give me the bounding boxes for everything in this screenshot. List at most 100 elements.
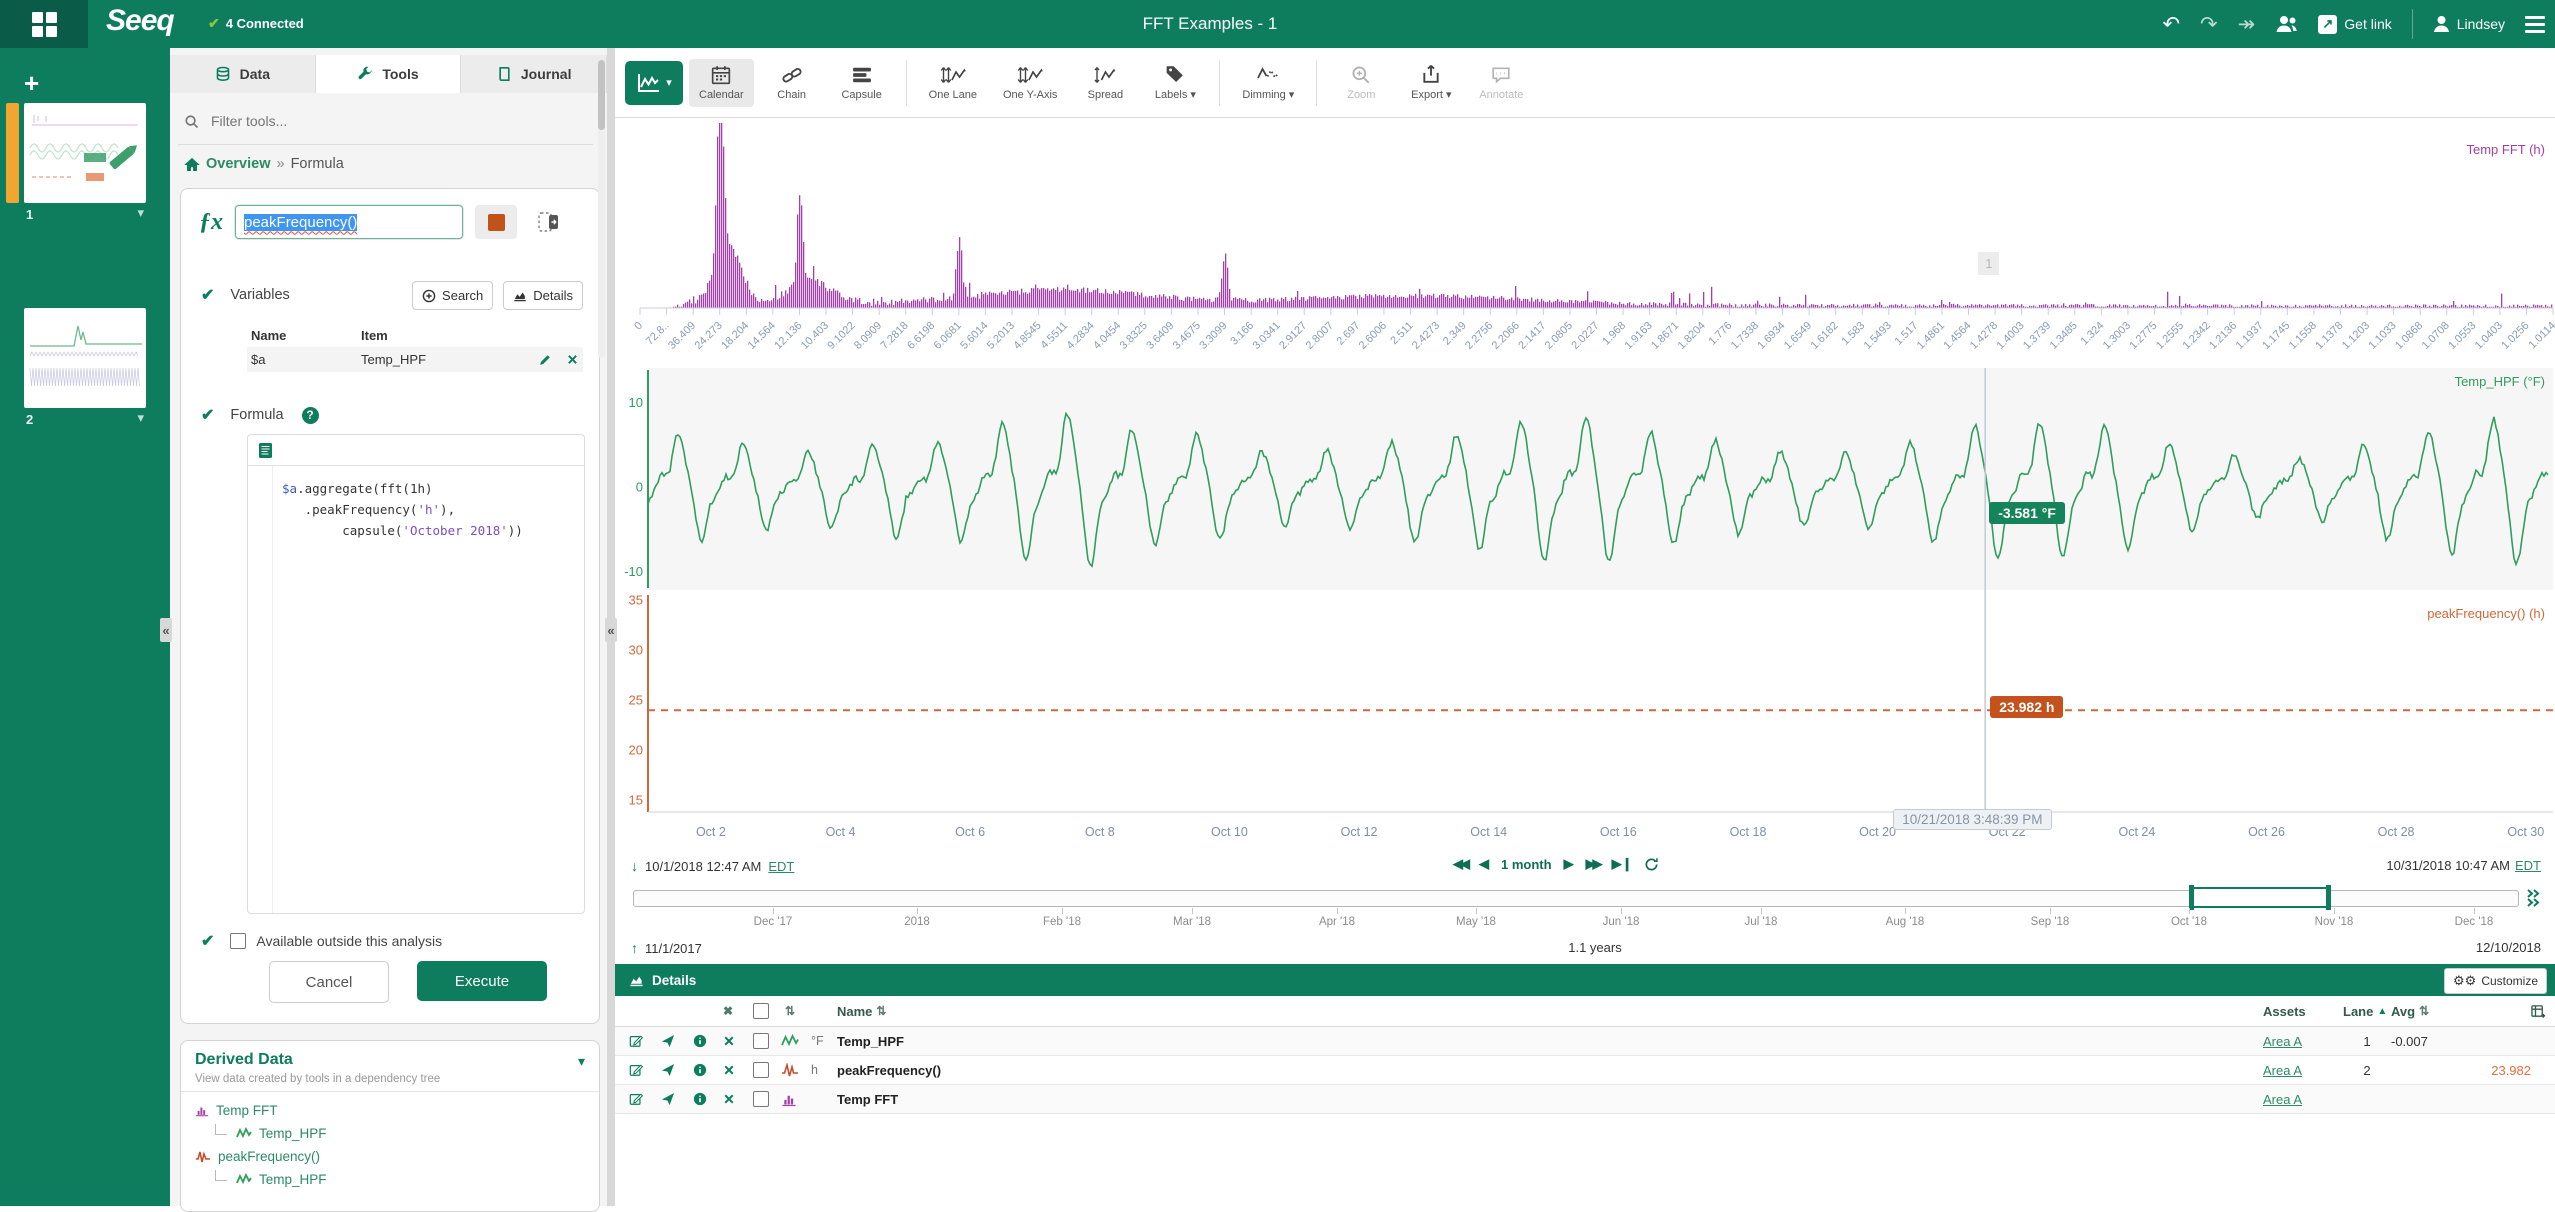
refresh-icon[interactable] xyxy=(1644,857,1659,872)
col-avg[interactable]: Avg⇅ xyxy=(2391,1004,2461,1019)
autoscale-icon[interactable] xyxy=(661,1063,693,1077)
range-duration-label[interactable]: 1 month xyxy=(1501,857,1552,872)
worksheet-1-thumbnail[interactable] xyxy=(24,103,146,203)
step-forward-icon[interactable]: ▶ xyxy=(1564,856,1574,872)
sort-icon[interactable]: ⇅ xyxy=(785,1004,795,1018)
autoscale-icon[interactable] xyxy=(661,1092,693,1106)
execute-button[interactable]: Execute xyxy=(417,961,547,1001)
collapse-worksheets-handle[interactable]: « xyxy=(160,618,172,642)
toolbar-calendar-button[interactable]: Calendar xyxy=(689,59,754,107)
lane-label-peakfrequency[interactable]: peakFrequency() (h) xyxy=(2427,606,2545,621)
autoscale-icon[interactable] xyxy=(661,1034,693,1048)
undo-icon[interactable]: ↶ xyxy=(2162,14,2180,35)
users-icon[interactable] xyxy=(2275,14,2298,34)
info-icon[interactable] xyxy=(693,1092,723,1106)
view-selector-button[interactable]: ▾ xyxy=(625,61,683,105)
user-menu-button[interactable]: Lindsey xyxy=(2433,15,2505,33)
get-link-button[interactable]: ↗ Get link xyxy=(2318,15,2391,34)
step-back-fast-icon[interactable]: ◀◀ xyxy=(1453,856,1467,872)
lane-label-fft[interactable]: Temp FFT (h) xyxy=(2467,142,2546,157)
trend-chart[interactable]: 072.8..36.40924.27318.20414.56412.13610.… xyxy=(615,118,2555,850)
tab-data[interactable]: Data xyxy=(170,55,316,93)
toolbar-export-button[interactable]: Export▾ xyxy=(1399,58,1463,107)
tab-tools[interactable]: Tools xyxy=(316,55,462,93)
connection-status[interactable]: ✔ 4 Connected xyxy=(208,15,304,32)
filter-tools-search[interactable] xyxy=(184,106,587,136)
edit-pencil-icon[interactable] xyxy=(538,353,552,367)
worksheet-2[interactable]: 2 ▾ xyxy=(0,308,170,438)
range-start[interactable]: ↓ 10/1/2018 12:47 AM EDT xyxy=(631,858,794,874)
toolbar-dimming-button[interactable]: Dimming▾ xyxy=(1232,58,1304,107)
item-name[interactable]: Temp FFT xyxy=(837,1092,2263,1107)
info-icon[interactable] xyxy=(693,1063,723,1077)
sort-icon[interactable]: ⇅ xyxy=(876,1004,886,1018)
formula-name-input[interactable]: peakFrequency() xyxy=(235,205,463,239)
chevron-down-icon[interactable]: ▾ xyxy=(137,205,144,221)
asset-link[interactable]: Area A xyxy=(2263,1063,2302,1078)
document-icon[interactable] xyxy=(258,442,273,459)
cancel-button[interactable]: Cancel xyxy=(269,961,389,1003)
toolbar-chain-button[interactable]: Chain xyxy=(760,59,824,107)
edit-properties-icon[interactable] xyxy=(629,1092,661,1106)
timezone-link[interactable]: EDT xyxy=(768,859,794,874)
range-end[interactable]: 10/31/2018 10:47 AM EDT xyxy=(2386,858,2541,873)
help-icon[interactable]: ? xyxy=(302,407,319,424)
investigate-start[interactable]: ↑ 11/1/2017 xyxy=(631,940,702,956)
color-picker-button[interactable] xyxy=(475,205,517,239)
asset-link[interactable]: Area A xyxy=(2263,1092,2302,1107)
hamburger-menu-icon[interactable] xyxy=(2525,16,2545,33)
available-checkbox[interactable] xyxy=(230,933,246,949)
row-checkbox[interactable] xyxy=(753,1062,781,1078)
remove-icon[interactable] xyxy=(723,1093,753,1105)
worksheet-1[interactable]: 1 ▾ xyxy=(0,103,170,233)
details-table-row[interactable]: °FTemp_HPFArea A1-0.007 xyxy=(615,1027,2555,1056)
home-icon[interactable] xyxy=(184,157,200,172)
toolbar-capsule-button[interactable]: Capsule xyxy=(830,59,894,107)
item-name[interactable]: peakFrequency() xyxy=(837,1063,2263,1078)
add-worksheet-button[interactable]: + xyxy=(24,70,39,96)
asset-link[interactable]: Area A xyxy=(2263,1034,2302,1049)
toolbar-labels-button[interactable]: Labels▾ xyxy=(1143,58,1207,107)
variables-search-button[interactable]: Search xyxy=(412,281,493,310)
sort-icon[interactable]: ⇅ xyxy=(2419,1004,2429,1018)
select-all-checkbox[interactable] xyxy=(753,1003,781,1019)
col-lane[interactable]: Lane▲ xyxy=(2343,1004,2391,1019)
redo-icon[interactable]: ↷ xyxy=(2200,14,2218,35)
chevron-down-icon[interactable]: ▾ xyxy=(137,410,144,426)
auto-update-icon[interactable] xyxy=(2525,888,2545,908)
app-switcher-button[interactable] xyxy=(0,0,88,48)
step-forward-fast-icon[interactable]: ▶▶ xyxy=(1586,856,1600,872)
timezone-link[interactable]: EDT xyxy=(2515,858,2541,873)
dependency-tree-item[interactable]: Temp_HPF xyxy=(195,1168,327,1191)
edit-properties-icon[interactable] xyxy=(629,1063,661,1077)
dependency-tree-item[interactable]: Temp FFT xyxy=(195,1099,327,1122)
details-table-row[interactable]: Temp FFTArea A xyxy=(615,1085,2555,1114)
redo-all-icon[interactable]: ↠ xyxy=(2238,14,2256,35)
lane-label-temp-hpf[interactable]: Temp_HPF (°F) xyxy=(2455,374,2545,389)
customize-button[interactable]: ⚙⚙ Customize xyxy=(2444,968,2547,994)
remove-icon[interactable] xyxy=(723,1064,753,1076)
remove-icon[interactable] xyxy=(723,1035,753,1047)
formula-code[interactable]: $a.aggregate(fft(1h) .peakFrequency('h')… xyxy=(282,478,523,541)
item-name[interactable]: Temp_HPF xyxy=(837,1034,2263,1049)
chevron-down-icon[interactable]: ▾ xyxy=(578,1053,585,1070)
breadcrumb-overview-link[interactable]: Overview xyxy=(206,156,271,172)
worksheet-2-thumbnail[interactable] xyxy=(24,308,146,408)
scrollbar-thumb[interactable] xyxy=(598,60,605,130)
collapse-tools-handle[interactable]: « xyxy=(605,618,617,642)
edit-properties-icon[interactable] xyxy=(629,1034,661,1048)
dependency-tree-item[interactable]: peakFrequency() xyxy=(195,1145,327,1168)
row-checkbox[interactable] xyxy=(753,1091,781,1107)
row-checkbox[interactable] xyxy=(753,1033,781,1049)
dependency-tree-item[interactable]: Temp_HPF xyxy=(195,1122,327,1145)
info-icon[interactable] xyxy=(693,1034,723,1048)
details-table-row[interactable]: hpeakFrequency()Area A223.982 xyxy=(615,1056,2555,1085)
investigate-end[interactable]: 12/10/2018 xyxy=(2476,940,2541,955)
undock-panel-icon[interactable] xyxy=(537,210,561,234)
timeline-selection[interactable] xyxy=(2189,887,2331,908)
toolbar-one-y-axis-button[interactable]: One Y-Axis xyxy=(993,59,1067,107)
tab-journal[interactable]: Journal xyxy=(461,55,607,93)
add-column-icon[interactable] xyxy=(2531,1004,2547,1019)
toolbar-spread-button[interactable]: Spread xyxy=(1073,59,1137,107)
remove-all-icon[interactable]: ✖ xyxy=(723,1004,753,1018)
